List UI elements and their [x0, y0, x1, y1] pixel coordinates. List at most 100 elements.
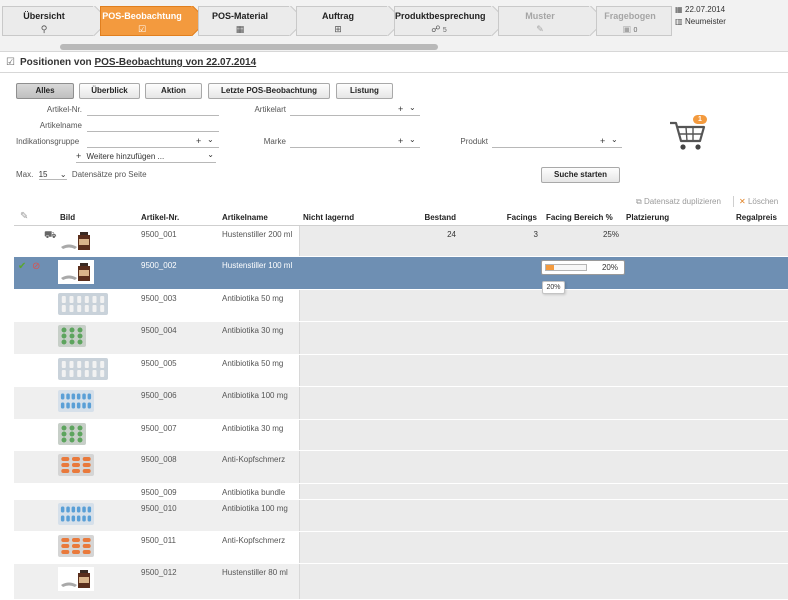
- table-row[interactable]: 9500_012 Hustenstiller 80 ml: [14, 564, 788, 600]
- editable-area: [299, 387, 788, 419]
- title-link[interactable]: POS-Beobachtung von 22.07.2014: [94, 57, 256, 68]
- checklist-icon: ☑: [6, 57, 15, 68]
- column-header-platzierung[interactable]: Platzierung: [626, 213, 669, 222]
- page-size-select[interactable]: 15 ⌄: [38, 170, 67, 180]
- filter-tab-ueberblick[interactable]: Überblick: [79, 83, 140, 99]
- questionnaire-icon: ▣ 0: [622, 24, 638, 34]
- forbidden-icon[interactable]: ⊘: [32, 261, 40, 272]
- column-header-facing-bereich[interactable]: Facing Bereich %: [546, 213, 613, 222]
- produkt-select[interactable]: [492, 147, 622, 148]
- step-uebersicht[interactable]: Übersicht ⚲: [2, 6, 94, 36]
- facing-bereich-editor[interactable]: 20%: [541, 260, 625, 275]
- column-header-regalpreis[interactable]: Regalpreis: [736, 213, 777, 222]
- artikel-nr-cell: 9500_002: [141, 261, 177, 270]
- editable-area: [299, 226, 788, 256]
- chat-icon: ☍ 5: [431, 24, 447, 34]
- artikelname-input[interactable]: [87, 131, 219, 132]
- column-header-artikel-nr[interactable]: Artikel-Nr.: [141, 213, 179, 222]
- edit-icon: ✎: [20, 211, 29, 222]
- duplicate-button[interactable]: ⧉ Datensatz duplizieren: [636, 197, 721, 207]
- editable-area: [299, 484, 788, 499]
- artikelname-cell: Hustenstiller 80 ml: [222, 568, 288, 577]
- artikel-nr-cell: 9500_012: [141, 568, 177, 577]
- table-row[interactable]: 9500_010 Antibiotika 100 mg: [14, 500, 788, 532]
- filter-tab-listung[interactable]: Listung: [336, 83, 393, 99]
- artikelname-label: Artikelname: [39, 121, 82, 130]
- indikationsgruppe-select[interactable]: [87, 147, 219, 148]
- column-header-facings[interactable]: Facings: [484, 213, 537, 222]
- cart-icon: ⊞: [334, 24, 342, 34]
- table-row[interactable]: 9500_005 Antibiotika 50 mg: [14, 355, 788, 387]
- facing-bereich-cell[interactable]: 25%: [574, 230, 619, 239]
- delete-label: Löschen: [747, 197, 779, 206]
- step-label: Fragebogen: [604, 11, 656, 21]
- step-fragebogen: Fragebogen ▣ 0: [596, 6, 672, 36]
- produkt-label: Produkt: [460, 137, 488, 146]
- page-size-row: Max. 15 ⌄ Datensätze pro Seite: [16, 170, 147, 180]
- step-label: Muster: [525, 11, 555, 21]
- product-blister-image: [58, 454, 94, 476]
- facings-cell[interactable]: 3: [498, 230, 538, 239]
- step-auftrag[interactable]: Auftrag ⊞: [296, 6, 388, 36]
- duplicate-icon: ⧉: [636, 197, 642, 206]
- table-row[interactable]: 9500_011 Anti-Kopfschmerz: [14, 532, 788, 564]
- chevron-down-icon[interactable]: ⌄: [409, 103, 416, 112]
- column-header-artikelname[interactable]: Artikelname: [222, 213, 268, 222]
- facing-progress-bar[interactable]: [545, 264, 587, 271]
- column-header-bestand[interactable]: Bestand: [394, 213, 456, 222]
- delete-button[interactable]: ✕ Löschen: [739, 197, 778, 206]
- artikel-nr-cell: 9500_007: [141, 424, 177, 433]
- table-row[interactable]: ⛟ 9500_001 Hustenstiller 200 ml 24 3 25%: [14, 226, 788, 257]
- cart-icon: ⛟: [44, 230, 57, 241]
- column-header-nicht-lagernd[interactable]: Nicht lagernd: [303, 213, 354, 222]
- step-label: Auftrag: [322, 11, 354, 21]
- artikel-nr-cell: 9500_010: [141, 504, 177, 513]
- step-pos-beobachtung[interactable]: POS-Beobachtung ☑: [100, 6, 192, 36]
- step-count: 5: [442, 27, 447, 34]
- horizontal-scrollbar[interactable]: [60, 44, 438, 50]
- table-row[interactable]: 9500_004 Antibiotika 30 mg: [14, 322, 788, 355]
- step-pos-material[interactable]: POS-Material ▦: [198, 6, 290, 36]
- chevron-down-icon[interactable]: ⌄: [409, 135, 416, 144]
- search-icon: ⚲: [40, 24, 48, 34]
- column-header-bild[interactable]: Bild: [60, 213, 75, 222]
- artikelname-cell: Antibiotika 30 mg: [222, 326, 284, 335]
- app-root: Übersicht ⚲ POS-Beobachtung ☑ POS-Materi…: [0, 0, 788, 600]
- chevron-down-icon[interactable]: ⌄: [207, 135, 214, 144]
- product-blister-image: [58, 358, 108, 380]
- add-icon[interactable]: +: [600, 136, 605, 146]
- artikelart-select[interactable]: [290, 115, 420, 116]
- step-produktbesprechung[interactable]: Produktbesprechung ☍ 5: [394, 6, 492, 36]
- facing-progress-fill: [546, 265, 554, 270]
- current-date: 22.07.2014: [685, 5, 726, 14]
- add-more-select[interactable]: + Weitere hinzufügen ... ⌄: [76, 150, 216, 163]
- editable-area: [299, 564, 788, 599]
- add-icon[interactable]: +: [398, 136, 403, 146]
- add-icon[interactable]: +: [398, 104, 403, 114]
- table-row[interactable]: ✔ ⊘ 9500_002 Hustenstiller 100 ml 20%: [14, 257, 788, 290]
- add-icon[interactable]: +: [196, 136, 201, 146]
- table-row[interactable]: 9500_009 Antibiotika bundle: [14, 484, 788, 500]
- bestand-cell[interactable]: 24: [416, 230, 456, 239]
- chevron-down-icon[interactable]: ⌄: [611, 135, 618, 144]
- marke-select[interactable]: [290, 147, 420, 148]
- table-row[interactable]: 9500_007 Antibiotika 30 mg: [14, 420, 788, 451]
- filter-tab-alles[interactable]: Alles: [16, 83, 74, 99]
- filter-tab-letzte-pos[interactable]: Letzte POS-Beobachtung: [208, 83, 330, 99]
- editable-area: [299, 322, 788, 354]
- checkmark-icon[interactable]: ✔: [18, 261, 26, 272]
- product-blister-image: [58, 325, 86, 347]
- search-button[interactable]: Suche starten: [541, 167, 620, 183]
- editable-area: [299, 500, 788, 531]
- table-header: ✎ Bild Artikel-Nr. Artikelname Nicht lag…: [14, 210, 788, 226]
- chevron-down-icon: ⌄: [207, 150, 214, 159]
- artikel-nr-cell: 9500_009: [141, 488, 177, 497]
- filter-tab-aktion[interactable]: Aktion: [145, 83, 202, 99]
- duplicate-label: Datensatz duplizieren: [643, 197, 721, 206]
- artikel-nr-input[interactable]: [87, 115, 219, 116]
- table-row[interactable]: 9500_003 Antibiotika 50 mg: [14, 290, 788, 322]
- checklist-icon: ☑: [137, 24, 147, 34]
- per-page-label: Datensätze pro Seite: [71, 170, 147, 179]
- table-row[interactable]: 9500_008 Anti-Kopfschmerz: [14, 451, 788, 484]
- table-row[interactable]: 9500_006 Antibiotika 100 mg: [14, 387, 788, 420]
